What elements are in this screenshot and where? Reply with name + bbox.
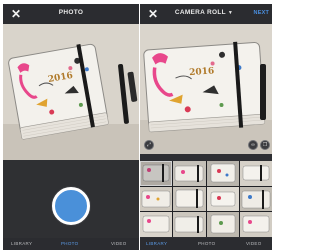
camera-roll-screen: ✕ CAMERA ROLL ▼ NEXT 2016 ⤢ ∞ ❐ LIBRARY … <box>140 4 272 250</box>
photo-thumbnail[interactable] <box>239 212 272 237</box>
tab-video[interactable]: VIDEO <box>246 241 262 246</box>
multi-select-icon[interactable]: ❐ <box>260 140 270 150</box>
next-button[interactable]: NEXT <box>254 10 269 16</box>
album-selector[interactable]: CAMERA ROLL ▼ <box>150 9 258 16</box>
notebook-photo: 2016 <box>3 24 139 160</box>
screen-title: PHOTO <box>58 9 84 16</box>
chevron-down-icon: ▼ <box>227 10 234 16</box>
top-bar: ✕ CAMERA ROLL ▼ NEXT <box>140 4 272 24</box>
photo-thumbnail[interactable] <box>206 161 239 186</box>
tab-photo[interactable]: PHOTO <box>198 241 215 246</box>
photo-thumbnail[interactable] <box>173 212 206 237</box>
svg-text:2016: 2016 <box>189 66 215 78</box>
photo-thumbnail[interactable] <box>173 161 206 186</box>
album-title: CAMERA ROLL <box>174 9 226 16</box>
photo-thumbnail[interactable] <box>206 186 239 212</box>
boomerang-icon[interactable]: ∞ <box>248 140 258 150</box>
shutter-area <box>3 160 139 238</box>
photo-thumbnail[interactable] <box>239 186 272 212</box>
shutter-button[interactable] <box>52 187 90 225</box>
bottom-tab-bar: LIBRARY PHOTO VIDEO <box>3 238 139 250</box>
bottom-tab-bar: LIBRARY PHOTO VIDEO <box>140 238 272 250</box>
photo-thumbnail[interactable] <box>140 212 173 237</box>
top-bar: ✕ PHOTO <box>3 4 139 24</box>
photo-thumbnail[interactable] <box>206 212 239 237</box>
camera-photo-screen: ✕ PHOTO 2016 LIBRARY PHOTO VIDEO <box>3 4 139 250</box>
photo-thumbnail[interactable] <box>140 161 173 186</box>
tab-library[interactable]: LIBRARY <box>146 241 167 246</box>
notebook-photo: 2016 <box>140 24 272 154</box>
photo-thumbnail[interactable] <box>239 161 272 186</box>
photo-thumbnail[interactable] <box>140 186 173 212</box>
tab-library[interactable]: LIBRARY <box>11 241 32 246</box>
photo-grid <box>140 161 272 237</box>
camera-viewfinder[interactable]: 2016 <box>3 24 139 160</box>
expand-icon[interactable]: ⤢ <box>144 140 154 150</box>
tab-photo[interactable]: PHOTO <box>61 241 78 246</box>
selected-photo-preview[interactable]: 2016 ⤢ ∞ ❐ <box>140 24 272 154</box>
tab-video[interactable]: VIDEO <box>111 241 127 246</box>
photo-thumbnail[interactable] <box>173 186 206 212</box>
